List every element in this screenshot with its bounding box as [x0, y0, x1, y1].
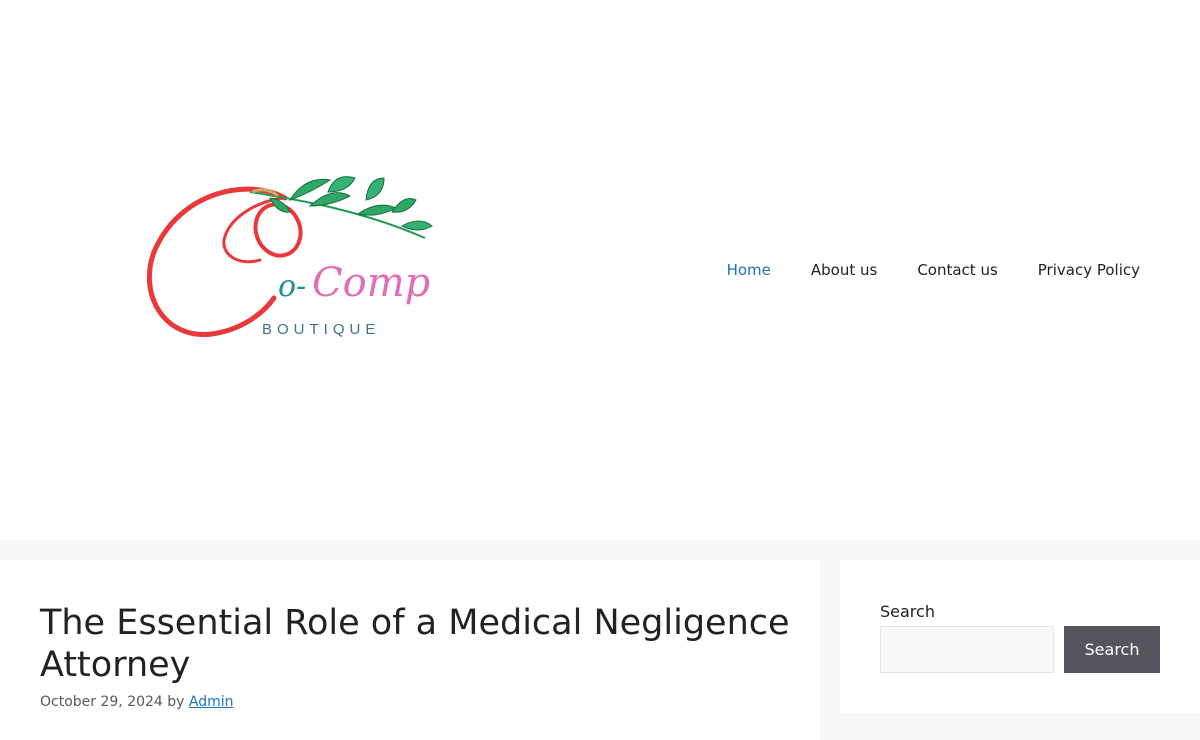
search-button[interactable]: Search [1064, 626, 1160, 673]
nav-item-contact-us[interactable]: Contact us [917, 258, 997, 282]
search-label: Search [880, 602, 935, 621]
post-meta: October 29, 2024 by Admin [40, 692, 234, 712]
main-navigation: Home About us Contact us Privacy Policy [727, 258, 1140, 282]
post-date: October 29, 2024 [40, 694, 163, 710]
site-header: o- Comp BOUTIQUE Home About us Contact u… [0, 0, 1200, 540]
logo-tagline: BOUTIQUE [262, 321, 380, 338]
site-logo[interactable]: o- Comp BOUTIQUE [140, 170, 450, 345]
post-author-link[interactable]: Admin [189, 694, 234, 710]
search-input[interactable] [880, 626, 1054, 673]
post-content-area: The Essential Role of a Medical Negligen… [0, 560, 820, 740]
nav-item-about-us[interactable]: About us [811, 258, 877, 282]
sidebar-search-widget: Search Search [840, 560, 1200, 713]
svg-text:o-: o- [278, 269, 306, 304]
logo-script-text: Comp [312, 260, 430, 306]
co-comp-boutique-logo-image: o- Comp BOUTIQUE [147, 176, 433, 338]
post-title: The Essential Role of a Medical Negligen… [40, 603, 790, 685]
post-by-label: by [167, 694, 185, 710]
nav-item-privacy-policy[interactable]: Privacy Policy [1038, 258, 1140, 282]
nav-item-home[interactable]: Home [727, 258, 771, 282]
